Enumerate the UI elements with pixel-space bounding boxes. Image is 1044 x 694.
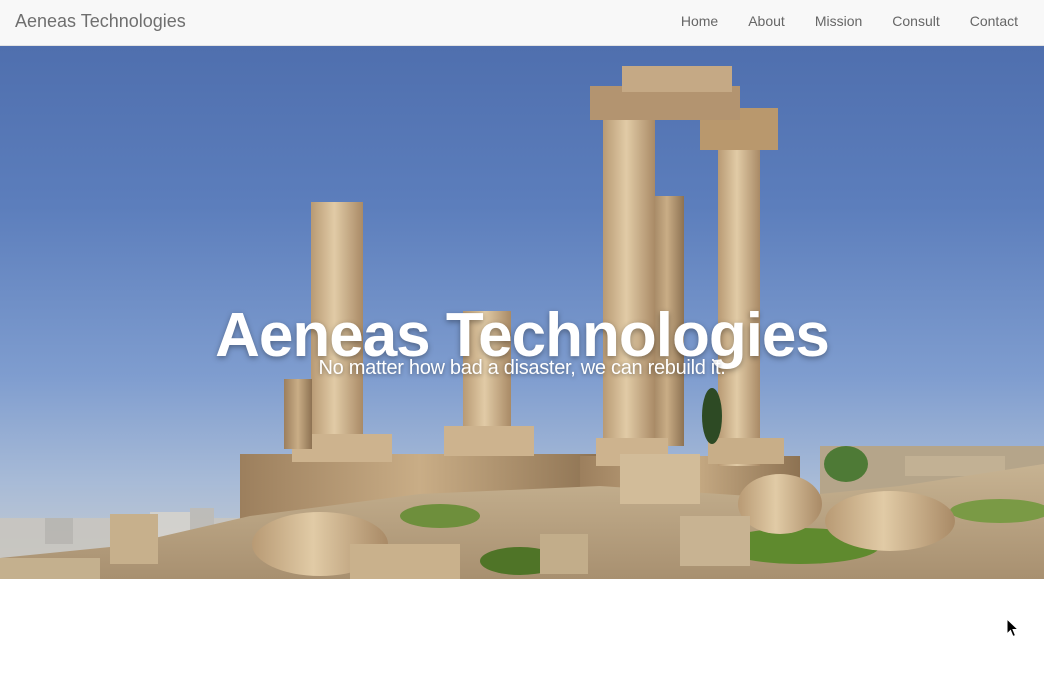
nav-item-home: Home bbox=[666, 0, 733, 44]
nav-link-home[interactable]: Home bbox=[666, 0, 733, 44]
nav-link-about[interactable]: About bbox=[733, 0, 800, 44]
content-area bbox=[0, 579, 1044, 694]
nav-item-consult: Consult bbox=[877, 0, 954, 44]
brand-link[interactable]: Aeneas Technologies bbox=[15, 0, 186, 44]
nav-item-mission: Mission bbox=[800, 0, 877, 44]
nav-item-about: About bbox=[733, 0, 800, 44]
nav-link-consult[interactable]: Consult bbox=[877, 0, 954, 44]
nav-link-contact[interactable]: Contact bbox=[955, 0, 1033, 44]
nav-link-mission[interactable]: Mission bbox=[800, 0, 877, 44]
hero-subtitle: No matter how bad a disaster, we can reb… bbox=[318, 357, 726, 379]
hero-banner: Aeneas Technologies No matter how bad a … bbox=[0, 46, 1044, 579]
nav-item-contact: Contact bbox=[955, 0, 1033, 44]
top-navbar: Aeneas Technologies Home About Mission C… bbox=[0, 0, 1044, 46]
mouse-pointer-icon bbox=[1006, 618, 1020, 638]
nav-menu: Home About Mission Consult Contact bbox=[666, 0, 1044, 44]
